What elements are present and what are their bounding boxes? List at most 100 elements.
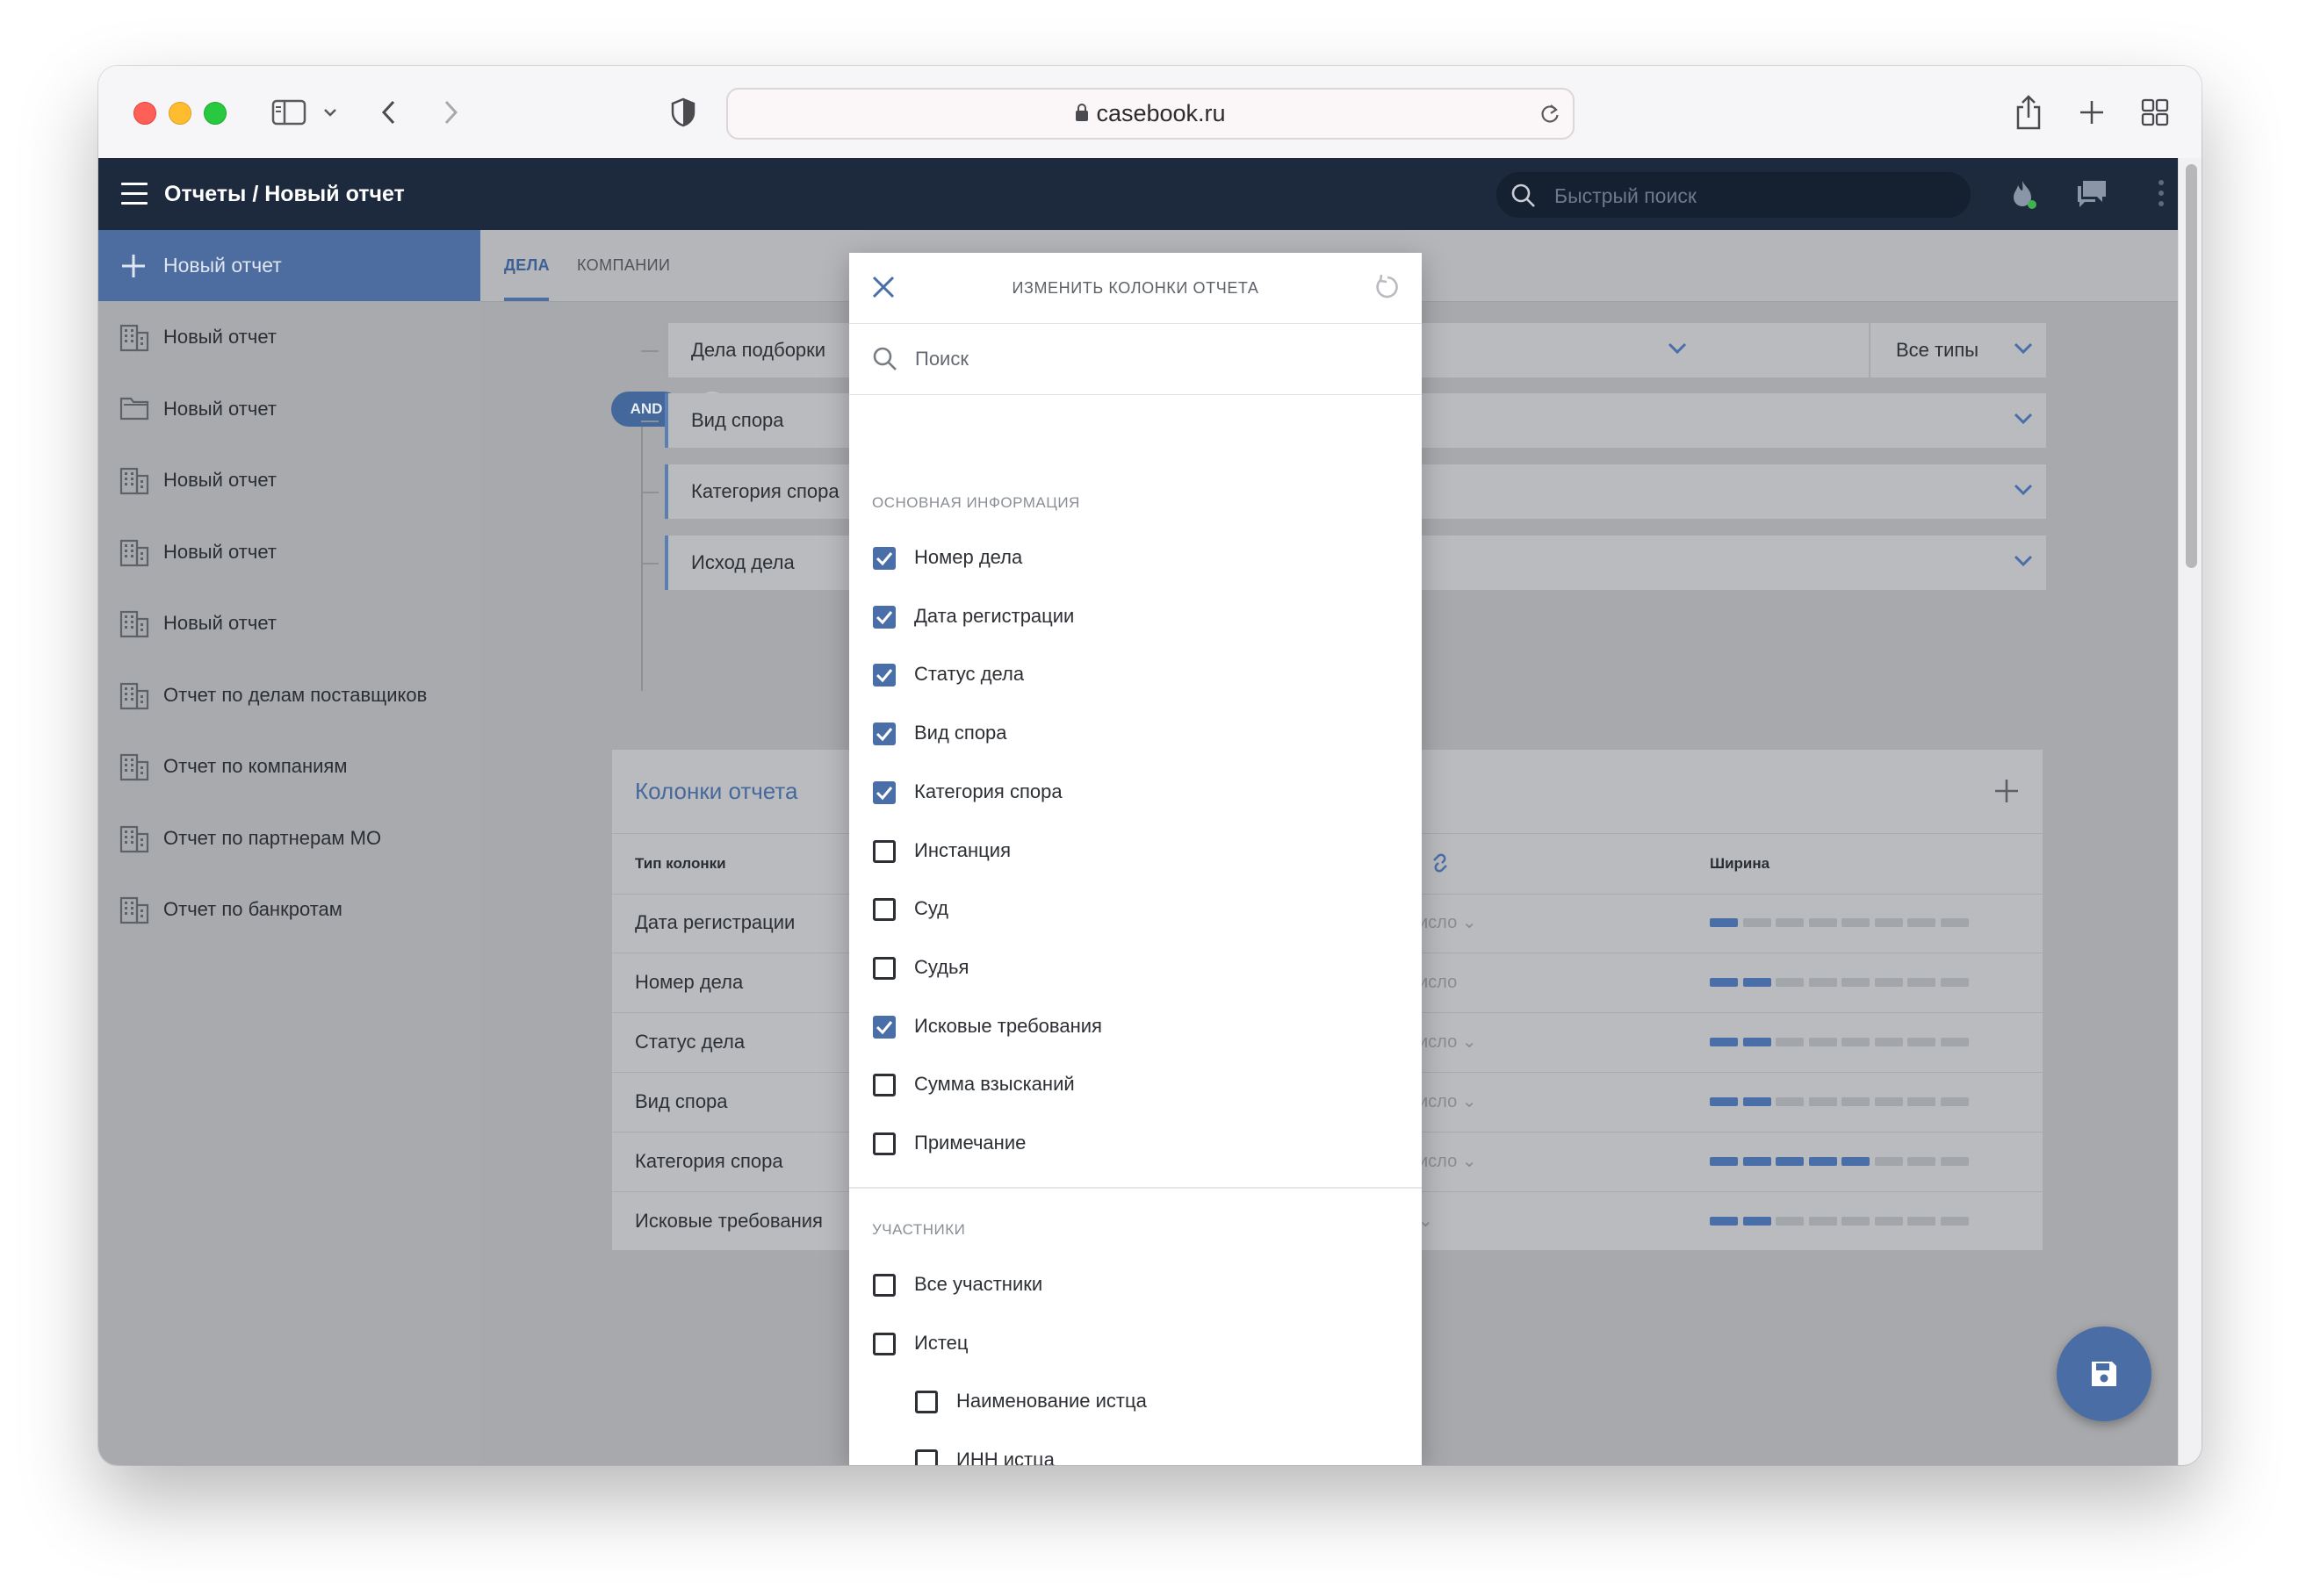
new-tab-icon[interactable]	[2074, 92, 2109, 133]
column-option[interactable]: Статус дела	[849, 645, 1422, 703]
width-segment-filled[interactable]	[1808, 1157, 1837, 1166]
width-segment-filled[interactable]	[1710, 918, 1738, 927]
width-segment-empty[interactable]	[1808, 1217, 1837, 1226]
width-segment-empty[interactable]	[1940, 1157, 1969, 1166]
modal-search-input[interactable]	[913, 339, 1391, 379]
save-report-button[interactable]	[2057, 1326, 2151, 1421]
column-option[interactable]: ИНН истца	[849, 1431, 1422, 1465]
width-segment-empty[interactable]	[1874, 1038, 1903, 1046]
checkbox-checked[interactable]	[873, 605, 896, 629]
width-segment-empty[interactable]	[1940, 1097, 1969, 1106]
chevron-down-icon[interactable]	[2013, 483, 2034, 501]
checkbox-checked[interactable]	[873, 723, 896, 746]
column-option[interactable]: Исковые требования	[849, 997, 1422, 1055]
width-selector[interactable]	[1710, 1157, 1973, 1166]
width-segment-filled[interactable]	[1710, 1217, 1738, 1226]
column-option[interactable]: Суд	[849, 880, 1422, 938]
checkbox-checked[interactable]	[873, 547, 896, 570]
column-option[interactable]: Истец	[849, 1314, 1422, 1372]
sidebar-item[interactable]: Отчет по банкротам	[98, 873, 480, 945]
width-segment-empty[interactable]	[1742, 918, 1771, 927]
column-format[interactable]: исло	[1418, 953, 1457, 1012]
sidebar-item[interactable]: Новый отчет	[98, 373, 480, 445]
width-segment-filled[interactable]	[1776, 1157, 1804, 1166]
width-segment-filled[interactable]	[1710, 1097, 1738, 1106]
width-segment-empty[interactable]	[1874, 1097, 1903, 1106]
checkbox-unchecked[interactable]	[915, 1449, 938, 1465]
width-selector[interactable]	[1710, 1217, 1973, 1226]
width-segment-empty[interactable]	[1874, 1157, 1903, 1166]
chevron-down-icon[interactable]	[1667, 341, 1688, 360]
width-segment-empty[interactable]	[1841, 1217, 1870, 1226]
column-option[interactable]: Категория спора	[849, 763, 1422, 821]
add-column-icon[interactable]	[1993, 778, 2020, 809]
width-selector[interactable]	[1710, 978, 1973, 987]
reset-icon[interactable]	[1373, 272, 1402, 306]
column-option[interactable]: Номер дела	[849, 528, 1422, 586]
width-segment-filled[interactable]	[1841, 1157, 1870, 1166]
width-segment-empty[interactable]	[1940, 978, 1969, 987]
column-option[interactable]: Наименование истца	[849, 1372, 1422, 1430]
checkbox-unchecked[interactable]	[873, 956, 896, 980]
tab-cases[interactable]: ДЕЛА	[504, 230, 550, 301]
share-icon[interactable]	[2011, 92, 2046, 133]
column-format[interactable]: исло ⌄	[1418, 1072, 1477, 1132]
width-segment-filled[interactable]	[1710, 978, 1738, 987]
checkbox-checked[interactable]	[873, 664, 896, 687]
width-segment-empty[interactable]	[1776, 1038, 1804, 1046]
width-segment-empty[interactable]	[1776, 1097, 1804, 1106]
sidebar-item[interactable]: Отчет по компаниям	[98, 730, 480, 802]
width-segment-empty[interactable]	[1776, 1217, 1804, 1226]
width-segment-filled[interactable]	[1742, 1157, 1771, 1166]
forward-icon[interactable]	[437, 92, 464, 133]
width-selector[interactable]	[1710, 918, 1973, 927]
sidebar-item[interactable]: Новый отчет	[98, 516, 480, 588]
width-segment-empty[interactable]	[1776, 918, 1804, 927]
more-vertical-icon[interactable]	[2157, 177, 2166, 213]
checkbox-unchecked[interactable]	[915, 1391, 938, 1414]
width-selector[interactable]	[1710, 1038, 1973, 1046]
column-option[interactable]: Судья	[849, 938, 1422, 996]
width-segment-empty[interactable]	[1874, 918, 1903, 927]
width-segment-filled[interactable]	[1710, 1157, 1738, 1166]
shield-icon[interactable]	[667, 92, 699, 133]
width-segment-empty[interactable]	[1841, 1097, 1870, 1106]
width-segment-empty[interactable]	[1907, 978, 1935, 987]
checkbox-unchecked[interactable]	[873, 839, 896, 863]
width-segment-empty[interactable]	[1808, 1038, 1837, 1046]
width-segment-empty[interactable]	[1808, 1097, 1837, 1106]
column-format[interactable]: исло ⌄	[1418, 1012, 1477, 1072]
scrollbar-thumb[interactable]	[2186, 164, 2197, 568]
column-option[interactable]: Инстанция	[849, 822, 1422, 880]
width-selector[interactable]	[1710, 1097, 1973, 1106]
column-format[interactable]: исло ⌄	[1418, 1132, 1477, 1191]
chevron-down-icon[interactable]	[2013, 412, 2034, 430]
width-segment-filled[interactable]	[1742, 1217, 1771, 1226]
width-segment-empty[interactable]	[1907, 1038, 1935, 1046]
width-segment-empty[interactable]	[1940, 1038, 1969, 1046]
tab-overview-icon[interactable]	[2137, 92, 2173, 133]
back-icon[interactable]	[376, 92, 402, 133]
new-report-button[interactable]: Новый отчет	[98, 230, 480, 301]
width-segment-filled[interactable]	[1710, 1038, 1738, 1046]
width-segment-empty[interactable]	[1874, 1217, 1903, 1226]
width-segment-filled[interactable]	[1742, 978, 1771, 987]
reload-icon[interactable]	[1539, 102, 1560, 129]
quick-search-input[interactable]	[1553, 172, 1942, 219]
checkbox-unchecked[interactable]	[873, 1274, 896, 1297]
sidebar-toggle-icon[interactable]	[270, 92, 308, 133]
column-option[interactable]: Сумма взысканий	[849, 1055, 1422, 1113]
sidebar-item[interactable]: Новый отчет	[98, 301, 480, 373]
width-segment-filled[interactable]	[1742, 1038, 1771, 1046]
width-segment-empty[interactable]	[1874, 978, 1903, 987]
quick-search[interactable]	[1496, 172, 1971, 219]
checkbox-unchecked[interactable]	[873, 1074, 896, 1097]
zoom-window-button[interactable]	[204, 102, 227, 125]
column-option[interactable]: Примечание	[849, 1114, 1422, 1172]
checkbox-checked[interactable]	[873, 780, 896, 804]
address-bar[interactable]: casebook.ru	[726, 88, 1575, 140]
width-segment-filled[interactable]	[1742, 1097, 1771, 1106]
width-segment-empty[interactable]	[1907, 1217, 1935, 1226]
width-segment-empty[interactable]	[1841, 978, 1870, 987]
close-window-button[interactable]	[133, 102, 156, 125]
